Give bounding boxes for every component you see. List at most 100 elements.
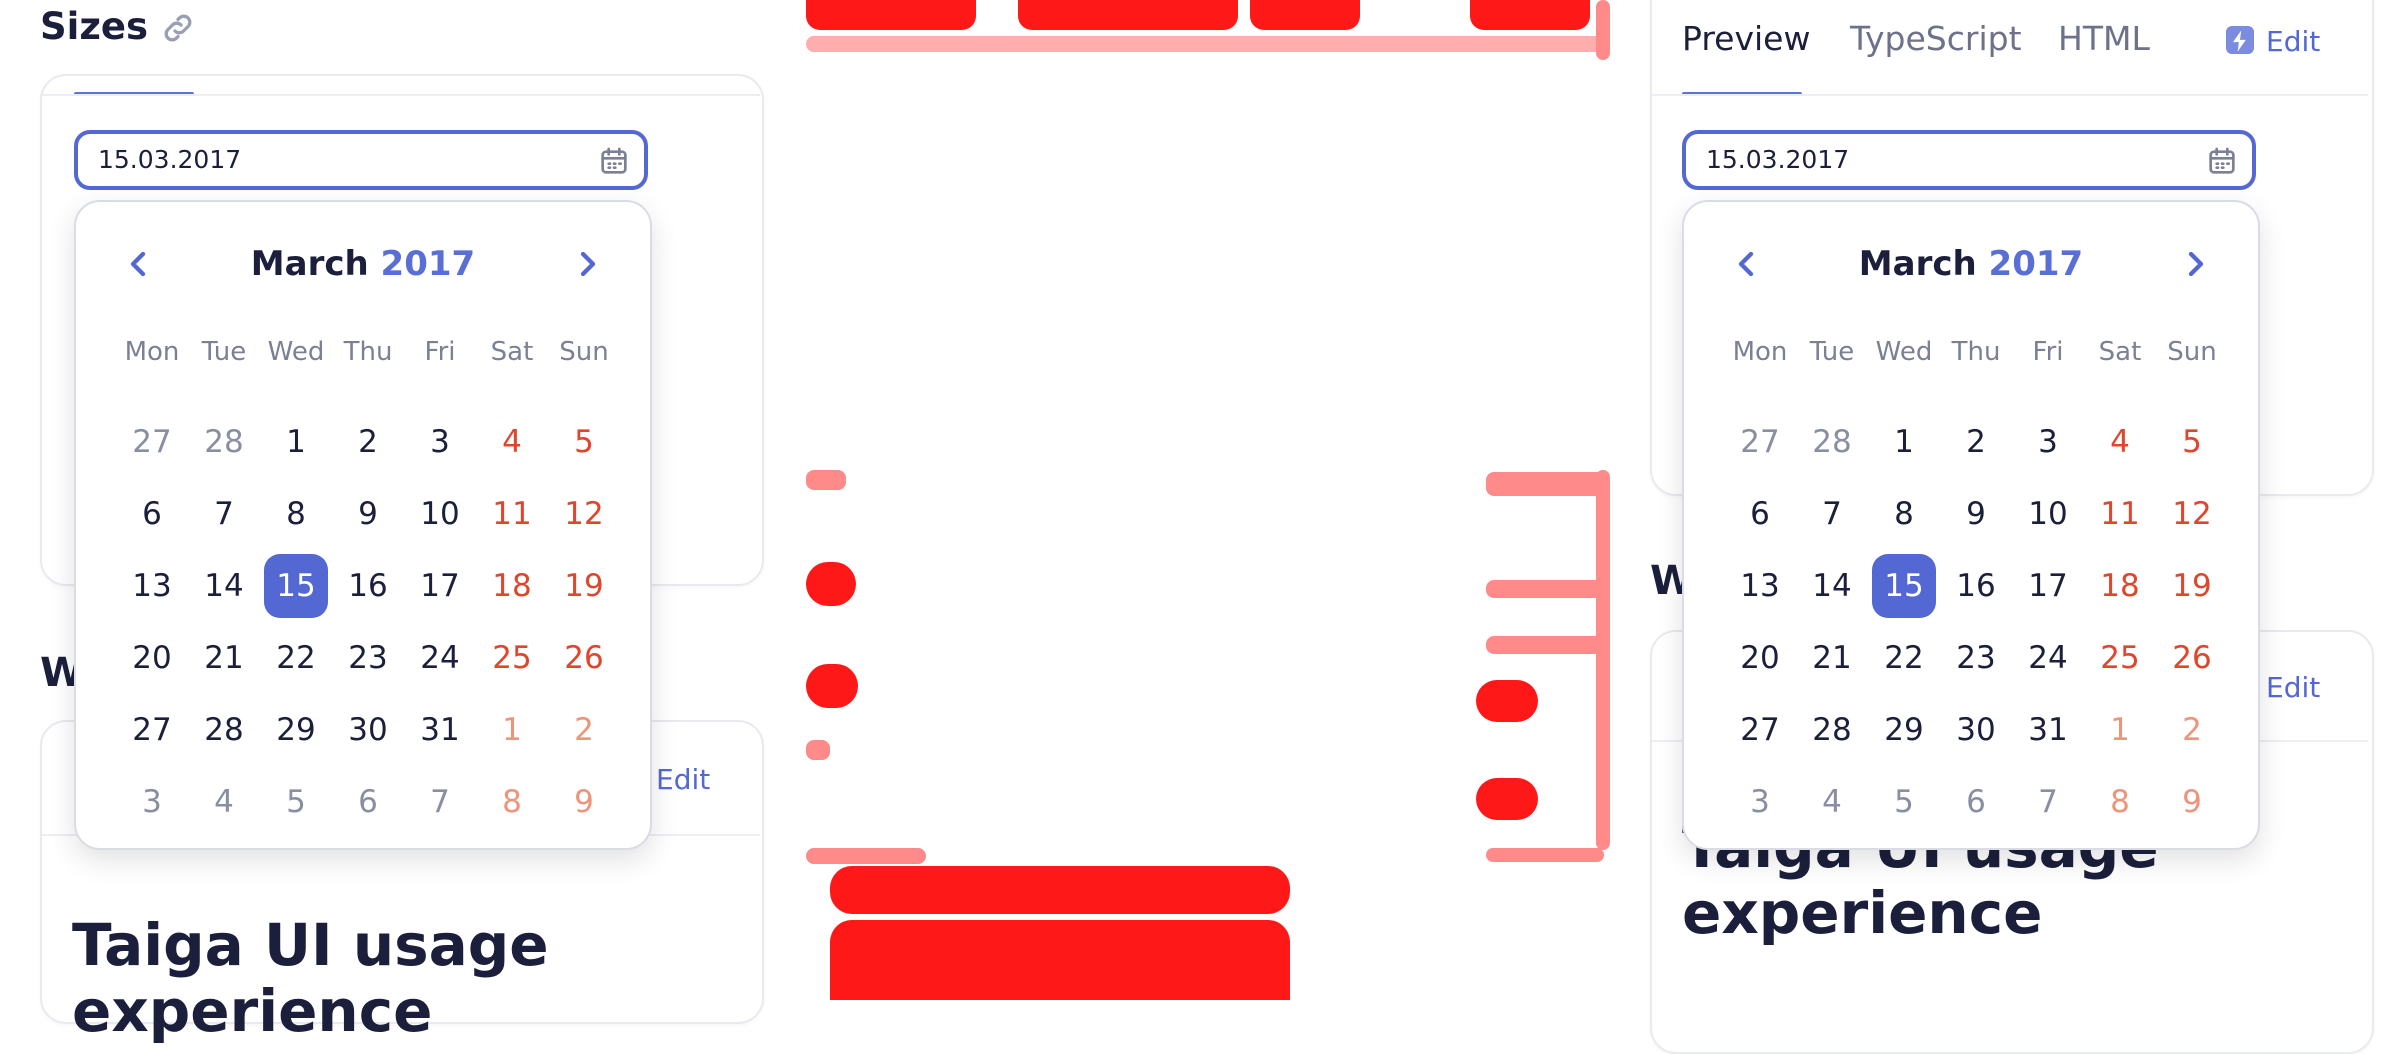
calendar-day[interactable]: 11 [476, 478, 548, 550]
calendar-day[interactable]: 1 [260, 406, 332, 478]
calendar-day[interactable]: 17 [2012, 550, 2084, 622]
calendar-day[interactable]: 28 [1796, 694, 1868, 766]
calendar-day[interactable]: 5 [548, 406, 620, 478]
calendar-day[interactable]: 26 [2156, 622, 2228, 694]
date-input[interactable]: 15.03.2017 [1682, 130, 2256, 190]
calendar-day[interactable]: 3 [2012, 406, 2084, 478]
calendar-day[interactable]: 31 [404, 694, 476, 766]
calendar-day[interactable]: 14 [188, 550, 260, 622]
edit-link[interactable]: Edit [2226, 22, 2320, 62]
calendar-day[interactable]: 6 [1940, 766, 2012, 838]
calendar-day[interactable]: 12 [548, 478, 620, 550]
calendar-day[interactable]: 5 [2156, 406, 2228, 478]
calendar-icon[interactable] [2206, 145, 2238, 177]
month-year-title[interactable]: March 2017 [76, 242, 650, 286]
calendar-day[interactable]: 25 [476, 622, 548, 694]
calendar-day[interactable]: 31 [2012, 694, 2084, 766]
tab-preview[interactable]: Preview [1682, 14, 1810, 64]
calendar-day[interactable]: 1 [2084, 694, 2156, 766]
calendar-day[interactable]: 17 [404, 550, 476, 622]
calendar-day[interactable]: 8 [260, 478, 332, 550]
calendar-day[interactable]: 4 [188, 766, 260, 838]
calendar-day[interactable]: 7 [2012, 766, 2084, 838]
calendar-day[interactable]: 13 [1724, 550, 1796, 622]
calendar-day[interactable]: 7 [1796, 478, 1868, 550]
calendar-icon[interactable] [598, 145, 630, 177]
calendar-day[interactable]: 27 [1724, 406, 1796, 478]
calendar-day[interactable]: 3 [404, 406, 476, 478]
calendar-day[interactable]: 23 [1940, 622, 2012, 694]
calendar-day[interactable]: 5 [1868, 766, 1940, 838]
calendar-day[interactable]: 7 [188, 478, 260, 550]
calendar-day[interactable]: 4 [476, 406, 548, 478]
tab-typescript[interactable]: TypeScript [1850, 14, 2022, 64]
link-icon[interactable] [160, 10, 196, 46]
calendar-day[interactable]: 25 [2084, 622, 2156, 694]
calendar-day[interactable]: 10 [404, 478, 476, 550]
calendar-day[interactable]: 30 [332, 694, 404, 766]
calendar-day[interactable]: 4 [1796, 766, 1868, 838]
calendar-day[interactable]: 24 [404, 622, 476, 694]
calendar-day[interactable]: 11 [2084, 478, 2156, 550]
calendar-day[interactable]: 20 [116, 622, 188, 694]
calendar-day[interactable]: 6 [116, 478, 188, 550]
edit-link[interactable]: Edit [656, 760, 710, 800]
calendar-day[interactable]: 2 [1940, 406, 2012, 478]
calendar-day[interactable]: 2 [332, 406, 404, 478]
calendar-day[interactable]: 2 [548, 694, 620, 766]
calendar-day[interactable]: 2 [2156, 694, 2228, 766]
calendar-day[interactable]: 21 [188, 622, 260, 694]
calendar-day[interactable]: 9 [2156, 766, 2228, 838]
calendar-day[interactable]: 1 [1868, 406, 1940, 478]
calendar-day[interactable]: 21 [1796, 622, 1868, 694]
calendar-day[interactable]: 1 [476, 694, 548, 766]
chevron-right-icon[interactable] [568, 244, 608, 284]
calendar-day[interactable]: 8 [1868, 478, 1940, 550]
edit-link[interactable]: Edit [2266, 668, 2320, 708]
calendar-day[interactable]: 8 [476, 766, 548, 838]
calendar-day[interactable]: 19 [2156, 550, 2228, 622]
calendar-day[interactable]: 30 [1940, 694, 2012, 766]
calendar-day[interactable]: 27 [1724, 694, 1796, 766]
calendar-day[interactable]: 10 [2012, 478, 2084, 550]
calendar-day[interactable]: 8 [2084, 766, 2156, 838]
calendar-day[interactable]: 6 [1724, 478, 1796, 550]
date-input[interactable]: 15.03.2017 [74, 130, 648, 190]
calendar-day[interactable]: 18 [476, 550, 548, 622]
month-year-title[interactable]: March 2017 [1684, 242, 2258, 286]
calendar-day[interactable]: 14 [1796, 550, 1868, 622]
calendar-day[interactable]: 22 [1868, 622, 1940, 694]
calendar-day[interactable]: 5 [260, 766, 332, 838]
calendar-day[interactable]: 20 [1724, 622, 1796, 694]
calendar-day[interactable]: 9 [548, 766, 620, 838]
calendar-day[interactable]: 4 [2084, 406, 2156, 478]
calendar-day-number: 18 [492, 568, 532, 604]
calendar-day[interactable]: 23 [332, 622, 404, 694]
calendar-day[interactable]: 16 [332, 550, 404, 622]
calendar-day[interactable]: 6 [332, 766, 404, 838]
calendar-day[interactable]: 7 [404, 766, 476, 838]
calendar-day[interactable]: 28 [188, 694, 260, 766]
calendar-day-selected[interactable]: 15 [1868, 550, 1940, 622]
calendar-day[interactable]: 24 [2012, 622, 2084, 694]
chevron-right-icon[interactable] [2176, 244, 2216, 284]
calendar-day[interactable]: 29 [260, 694, 332, 766]
calendar-day[interactable]: 9 [1940, 478, 2012, 550]
calendar-day[interactable]: 16 [1940, 550, 2012, 622]
calendar-day-selected[interactable]: 15 [260, 550, 332, 622]
calendar-day[interactable]: 27 [116, 406, 188, 478]
calendar-day[interactable]: 3 [116, 766, 188, 838]
calendar-day[interactable]: 29 [1868, 694, 1940, 766]
calendar-day[interactable]: 18 [2084, 550, 2156, 622]
calendar-day[interactable]: 27 [116, 694, 188, 766]
calendar-day[interactable]: 3 [1724, 766, 1796, 838]
calendar-day[interactable]: 12 [2156, 478, 2228, 550]
calendar-day[interactable]: 28 [188, 406, 260, 478]
calendar-day[interactable]: 22 [260, 622, 332, 694]
calendar-day[interactable]: 28 [1796, 406, 1868, 478]
calendar-day[interactable]: 19 [548, 550, 620, 622]
calendar-day[interactable]: 13 [116, 550, 188, 622]
calendar-day[interactable]: 26 [548, 622, 620, 694]
tab-html[interactable]: HTML [2058, 14, 2150, 64]
calendar-day[interactable]: 9 [332, 478, 404, 550]
